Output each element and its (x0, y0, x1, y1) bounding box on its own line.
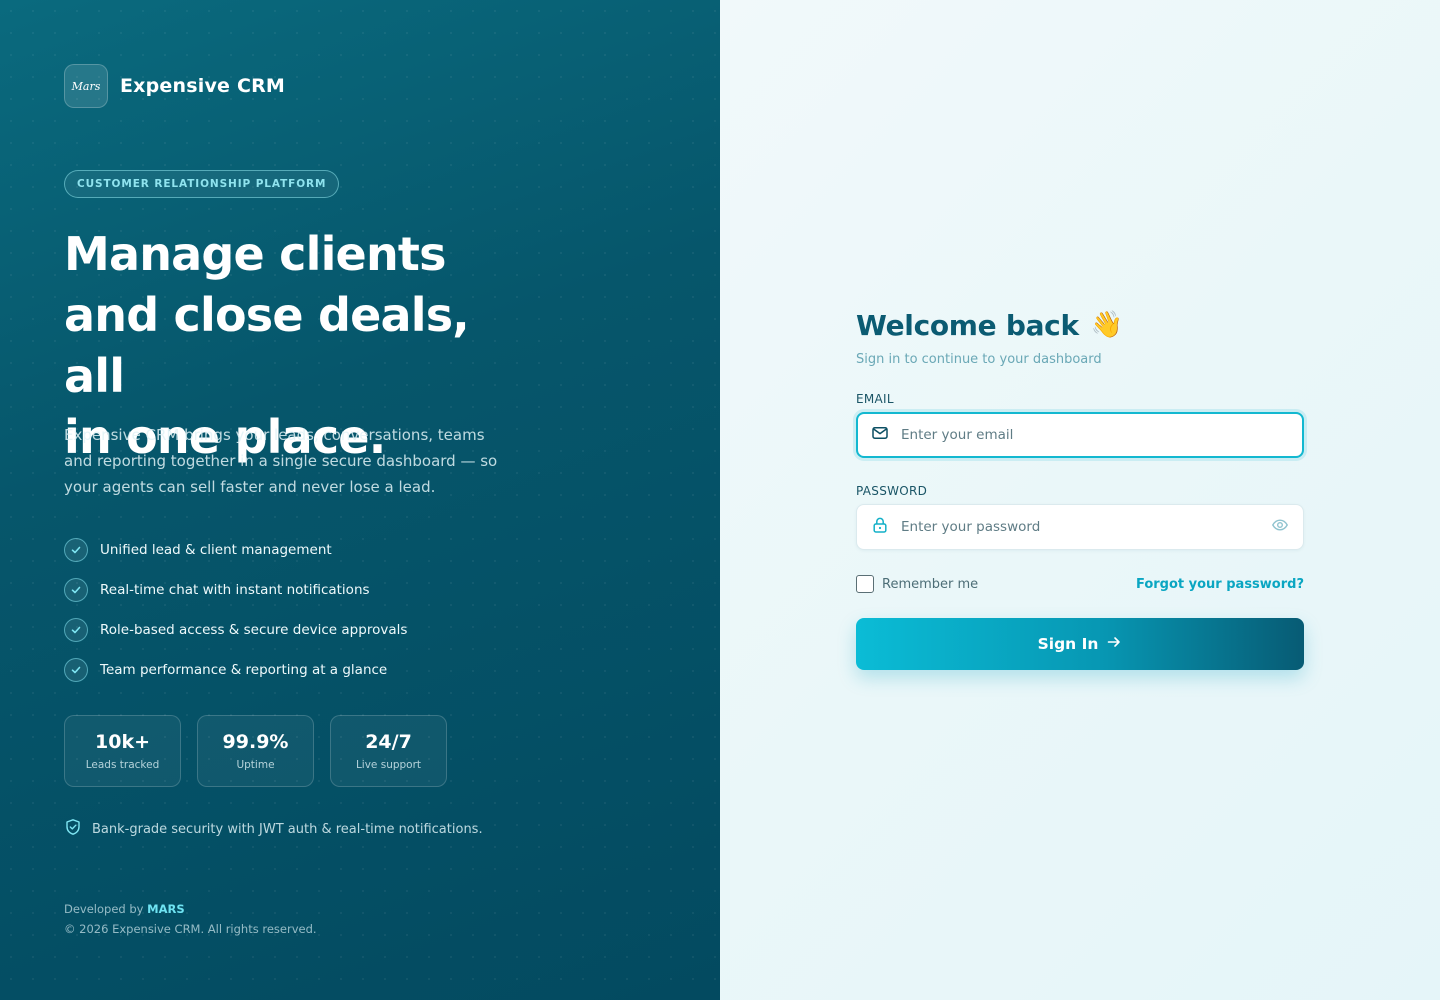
feature-item: Real-time chat with instant notification… (64, 570, 407, 610)
brand: Mars Expensive CRM (64, 64, 285, 108)
stat-value: 99.9% (222, 731, 289, 753)
copyright: © 2026 Expensive CRM. All rights reserve… (64, 922, 317, 936)
security-text: Bank-grade security with JWT auth & real… (92, 821, 483, 837)
welcome-heading: Welcome back 👋 (856, 305, 1304, 345)
feature-item: Team performance & reporting at a glance (64, 650, 407, 690)
platform-badge: CUSTOMER RELATIONSHIP PLATFORM (64, 170, 340, 198)
forgot-password-link[interactable]: Forgot your password? (1136, 577, 1304, 592)
feature-label: Real-time chat with instant notification… (100, 582, 370, 598)
password-input[interactable] (901, 519, 1271, 535)
developed-by-label: Developed by (64, 902, 144, 916)
eye-icon[interactable] (1271, 516, 1289, 538)
waving-hand-icon: 👋 (1090, 310, 1124, 340)
feature-item: Role-based access & secure device approv… (64, 610, 407, 650)
remember-checkbox[interactable] (856, 575, 874, 593)
email-field (856, 412, 1304, 458)
feature-label: Role-based access & secure device approv… (100, 622, 408, 638)
stat-value: 10k+ (95, 731, 150, 753)
email-label: EMAIL (856, 392, 894, 406)
mail-icon (871, 424, 889, 446)
check-icon (64, 618, 88, 642)
stat-card: 10k+ Leads tracked (64, 715, 181, 787)
lock-icon (871, 516, 889, 538)
remember-row: Remember me Forgot your password? (856, 574, 1304, 594)
shield-check-icon (64, 818, 92, 840)
footer: Developed by MARS © 2026 Expensive CRM. … (64, 899, 317, 939)
check-icon (64, 658, 88, 682)
welcome-title: Welcome back (856, 308, 1079, 342)
stat-card: 99.9% Uptime (197, 715, 314, 787)
feature-item: Unified lead & client management (64, 530, 407, 570)
welcome-subtitle: Sign in to continue to your dashboard (856, 352, 1102, 367)
sign-in-label: Sign In (1037, 635, 1099, 653)
arrow-right-icon (1098, 634, 1122, 654)
stat-label: Uptime (236, 759, 275, 771)
brand-panel: Mars Expensive CRM CUSTOMER RELATIONSHIP… (0, 0, 720, 1000)
remember-label: Remember me (882, 576, 979, 592)
password-field (856, 504, 1304, 550)
stat-value: 24/7 (365, 731, 412, 753)
check-icon (64, 538, 88, 562)
logo-text: Mars (71, 79, 101, 93)
security-note: Bank-grade security with JWT auth & real… (64, 818, 483, 840)
stat-card: 24/7 Live support (330, 715, 447, 787)
check-icon (64, 578, 88, 602)
feature-list: Unified lead & client management Real-ti… (64, 530, 407, 690)
hero-line: Manage clients (64, 227, 446, 281)
login-panel: Welcome back 👋 Sign in to continue to yo… (720, 0, 1440, 1000)
password-label: PASSWORD (856, 484, 928, 498)
feature-label: Unified lead & client management (100, 542, 332, 558)
developer-credit: Developed by MARS (64, 899, 317, 919)
stats-row: 10k+ Leads tracked 99.9% Uptime 24/7 Liv… (64, 715, 447, 787)
login-form: Welcome back 👋 Sign in to continue to yo… (856, 305, 1304, 670)
sign-in-button[interactable]: Sign In (856, 618, 1304, 670)
remember-me[interactable]: Remember me (856, 575, 978, 593)
mars-logo-icon: Mars (64, 64, 108, 108)
feature-label: Team performance & reporting at a glance (100, 662, 388, 678)
email-input[interactable] (901, 427, 1289, 443)
hero-line: and close deals, all (64, 288, 470, 403)
lead-paragraph: Expensive CRM brings your leads, convers… (64, 426, 498, 496)
stat-label: Live support (355, 759, 422, 771)
stat-label: Leads tracked (85, 759, 160, 771)
developer-name: MARS (147, 902, 185, 916)
brand-name: Expensive CRM (120, 75, 286, 97)
